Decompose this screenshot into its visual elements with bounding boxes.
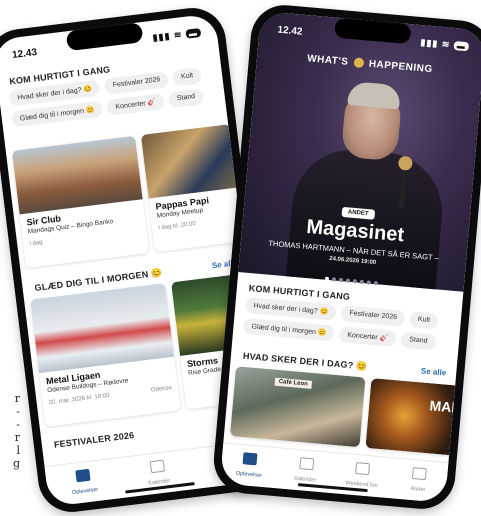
logo-sun-icon (353, 57, 365, 69)
event-image (365, 378, 462, 456)
carousel-dot[interactable] (359, 279, 364, 284)
signal-icon: ▮▮▮ (152, 30, 171, 43)
tab-label: Andet (410, 485, 426, 494)
status-icons: ▮▮▮ ≋ ▬ (420, 37, 470, 52)
tab-experiences[interactable]: Oplevelser (45, 458, 124, 507)
section-title-festivals: FESTIVALER 2026 (53, 430, 135, 450)
wifi-icon: ≋ (173, 29, 183, 41)
logo-text-left: WHAT'S (306, 53, 349, 68)
battery-icon: ▬ (185, 27, 202, 39)
event-date: 20. mar. 2026 kl. 19:00 (48, 392, 110, 407)
chip-today[interactable]: Hvad sker der i dag? 😊 (244, 296, 338, 321)
tab-experiences[interactable]: Oplevelser (220, 443, 280, 488)
phone-right: 12.42 ▮▮▮ ≋ ▬ WHAT'S HAPPENING ANDET Mag… (211, 2, 481, 512)
chip-standup[interactable]: Stand (168, 88, 205, 109)
more-icon (411, 467, 427, 481)
quick-chips: Hvad sker der i dag? 😊 Festivaler 2026 K… (242, 296, 481, 355)
calendar-icon (299, 457, 315, 471)
logo-text-right: HAPPENING (368, 58, 434, 76)
home-icon (242, 452, 258, 466)
battery-icon: ▬ (453, 40, 470, 52)
tab-other[interactable]: Andet (389, 458, 449, 503)
carousel-dot[interactable] (366, 280, 371, 285)
carousel-dot[interactable] (338, 277, 343, 283)
wifi-icon: ≋ (441, 38, 451, 50)
event-image (229, 366, 366, 448)
hero-banner[interactable]: 12.42 ▮▮▮ ≋ ▬ WHAT'S HAPPENING ANDET Mag… (238, 11, 481, 292)
tab-label: Oplevelser (71, 486, 99, 497)
event-card-right[interactable]: MAI (365, 378, 462, 456)
carousel-dot[interactable] (331, 277, 336, 282)
status-time: 12.42 (277, 24, 303, 38)
cropped-edge-text: r - - r l g (12, 392, 20, 470)
calendar-icon (149, 459, 166, 474)
event-card-metal-ligaen[interactable]: Metal Ligaen Odense Bulldogs – Rødovre 2… (30, 283, 181, 427)
carousel-dot[interactable] (373, 280, 378, 286)
status-time: 12.43 (11, 47, 38, 62)
chip-festivals[interactable]: Festivaler 2026 (103, 71, 170, 95)
event-sign: MAI (429, 397, 456, 416)
signal-icon: ▮▮▮ (420, 37, 439, 49)
tab-label: Oplevelser (235, 470, 263, 479)
event-location: Odense (150, 385, 173, 394)
chip-festivals[interactable]: Festivaler 2026 (340, 305, 406, 327)
chip-standup[interactable]: Stand (400, 331, 437, 351)
chip-culture[interactable]: Kult (409, 311, 439, 330)
phone-right-screen: 12.42 ▮▮▮ ≋ ▬ WHAT'S HAPPENING ANDET Mag… (219, 11, 481, 503)
carousel-dot[interactable] (352, 279, 357, 284)
carousel-dot[interactable] (324, 276, 329, 281)
event-card-pappas[interactable]: Pappas Papi Monday Meetup I dag kl. 20:0… (140, 124, 245, 253)
chip-tomorrow[interactable]: Glæd dig til i morgen 😊 (242, 317, 336, 342)
event-card-cafe[interactable]: Café Leon (229, 366, 366, 448)
event-image (140, 124, 238, 199)
carousel-dot[interactable] (345, 278, 350, 283)
chip-concerts[interactable]: Koncerter 🎸 (106, 92, 166, 116)
status-icons: ▮▮▮ ≋ ▬ (152, 27, 202, 44)
chip-culture[interactable]: Kult (172, 67, 203, 87)
home-icon (75, 468, 91, 483)
event-card-sir-club[interactable]: Sir Club Mandags Quiz – Bingo Banko I da… (11, 135, 150, 268)
chip-concerts[interactable]: Koncerter 🎸 (338, 326, 397, 348)
grid-icon (355, 462, 371, 476)
hero-person-hair (347, 81, 402, 110)
see-all-link[interactable]: Se alle (421, 366, 447, 377)
